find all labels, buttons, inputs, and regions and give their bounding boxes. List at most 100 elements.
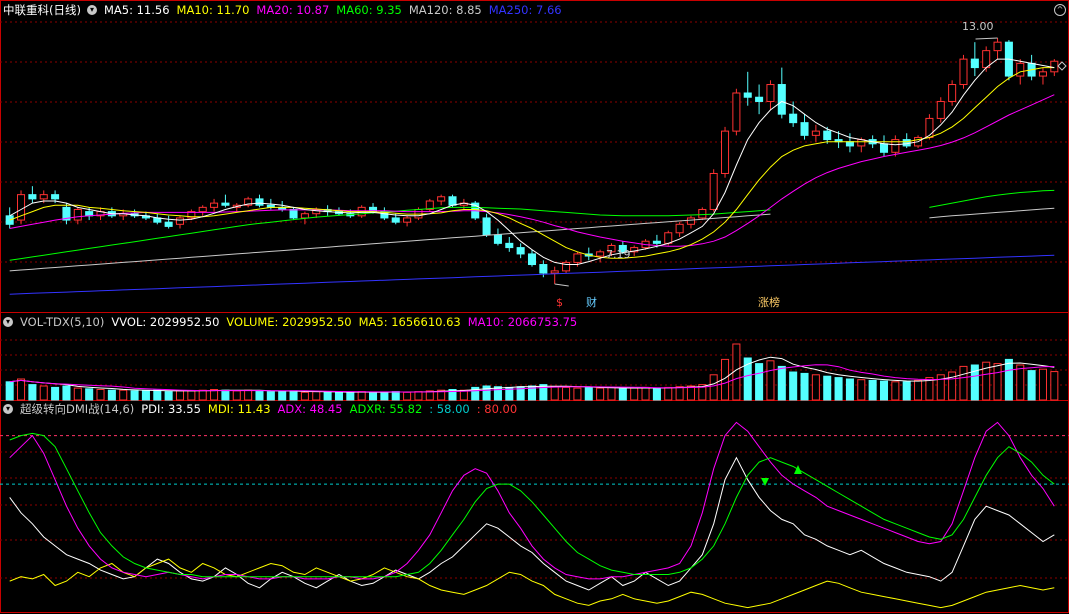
window-border bbox=[0, 0, 1069, 613]
circle-expand-icon[interactable]: ▾ bbox=[3, 404, 13, 414]
ma10-line bbox=[9, 67, 1055, 259]
volume-bar bbox=[39, 385, 48, 401]
candle-body bbox=[879, 143, 889, 153]
high-arrow-line bbox=[975, 37, 998, 40]
candle-body bbox=[289, 208, 298, 219]
candle-body bbox=[550, 270, 559, 274]
volume-bar bbox=[800, 372, 809, 401]
dmi-label: ADXR: 55.82 bbox=[349, 402, 423, 416]
candle-body bbox=[993, 41, 1002, 52]
volume-bar bbox=[868, 379, 877, 401]
volume-label: VOLUME: 2029952.50 bbox=[226, 315, 352, 329]
candle-body bbox=[175, 217, 185, 225]
candle-body bbox=[437, 196, 446, 202]
volume-bar bbox=[346, 391, 355, 401]
up-arrow-icon bbox=[794, 465, 802, 474]
volume-bar bbox=[232, 390, 241, 401]
volume-bar bbox=[630, 387, 639, 401]
volume-bar bbox=[562, 386, 571, 401]
ma-label: MA60: 9.35 bbox=[336, 3, 402, 17]
volume-bar bbox=[664, 386, 673, 401]
candle-body bbox=[845, 141, 854, 147]
volume-bar bbox=[902, 381, 911, 401]
ma60-line bbox=[929, 189, 1055, 208]
candle-body bbox=[936, 100, 945, 119]
chart-canvas: 13.00 7.19 $ 财 涨榜 bbox=[0, 0, 1069, 613]
candle-body bbox=[970, 58, 979, 69]
volume-bar bbox=[255, 390, 264, 401]
volume-bar bbox=[107, 389, 116, 401]
low-price-label: 7.19 bbox=[606, 248, 631, 261]
candle-body bbox=[28, 194, 37, 200]
circle-expand-icon[interactable]: ▾ bbox=[3, 317, 13, 327]
volume-bar bbox=[493, 386, 502, 401]
diamond-icon[interactable] bbox=[1057, 61, 1067, 71]
volume-bar bbox=[403, 391, 412, 401]
volume-bar bbox=[391, 391, 400, 401]
volume-bar bbox=[789, 371, 798, 401]
volume-bar bbox=[652, 387, 661, 401]
dmi-title: 超级转向DMI战(14,6) bbox=[20, 402, 135, 416]
candle-body bbox=[39, 194, 48, 200]
candle-body bbox=[527, 253, 537, 266]
candle-body bbox=[493, 234, 502, 244]
volume-bar bbox=[380, 391, 389, 401]
volume-bar bbox=[1050, 371, 1059, 401]
volume-bar bbox=[175, 390, 185, 401]
candle-body bbox=[823, 130, 832, 141]
candle-body bbox=[300, 213, 309, 219]
candle-body bbox=[403, 217, 412, 223]
volume-bar bbox=[641, 386, 650, 401]
candle-body bbox=[982, 50, 991, 69]
candle-body bbox=[811, 130, 820, 136]
volume-bar bbox=[709, 374, 718, 401]
volume-bar bbox=[17, 378, 26, 401]
volume-bar bbox=[164, 391, 173, 401]
candle-body bbox=[255, 198, 264, 206]
volume-bar bbox=[607, 386, 616, 401]
ma120-line bbox=[929, 207, 1055, 219]
volume-bar bbox=[62, 385, 71, 401]
corner-expand-icon[interactable]: ^ bbox=[1054, 4, 1066, 16]
candle-body bbox=[596, 251, 605, 257]
volume-bar bbox=[28, 384, 37, 401]
stock-name: 中联重科(日线) bbox=[3, 3, 81, 17]
volume-label: VVOL: 2029952.50 bbox=[111, 315, 220, 329]
candle-body bbox=[516, 247, 525, 255]
volume-bar bbox=[221, 389, 230, 401]
volume-bar bbox=[539, 384, 548, 401]
volume-bar bbox=[312, 391, 321, 401]
event-label[interactable]: 财 bbox=[586, 295, 597, 309]
volume-bar bbox=[914, 379, 923, 401]
volume-bar bbox=[357, 391, 366, 401]
candle-body bbox=[686, 217, 695, 225]
volume-bar bbox=[584, 386, 593, 401]
volume-title: VOL-TDX(5,10) bbox=[20, 315, 105, 329]
candle-body bbox=[448, 196, 457, 206]
volume-bar bbox=[1038, 368, 1047, 401]
volume-bar bbox=[596, 387, 605, 401]
event-label[interactable]: $ bbox=[556, 296, 563, 309]
volume-bar bbox=[777, 365, 786, 401]
ma-label: MA5: 11.56 bbox=[103, 3, 170, 17]
volume-legend: ▾ VOL-TDX(5,10) VVOL: 2029952.50 VOLUME:… bbox=[0, 314, 584, 330]
low-arrow-line bbox=[554, 283, 569, 287]
volume-bar bbox=[879, 380, 889, 401]
volume-bar bbox=[244, 389, 253, 401]
candle-body bbox=[698, 208, 707, 219]
candle-body bbox=[73, 208, 82, 221]
circle-expand-icon[interactable]: ▾ bbox=[86, 5, 97, 15]
volume-bar bbox=[618, 388, 627, 401]
candle-body bbox=[652, 240, 661, 244]
candle-body bbox=[1038, 71, 1047, 77]
event-label[interactable]: 涨榜 bbox=[758, 295, 780, 309]
candle-body bbox=[948, 84, 957, 102]
price-legend: 中联重科(日线) ▾ MA5: 11.56 MA10: 11.70 MA20: … bbox=[0, 2, 569, 18]
volume-bar bbox=[130, 390, 139, 401]
candle-body bbox=[164, 221, 173, 227]
volume-bar bbox=[857, 379, 866, 401]
dmi-panel bbox=[0, 421, 1069, 609]
candle-body bbox=[539, 264, 548, 274]
candle-body bbox=[959, 58, 968, 86]
candle-body bbox=[221, 202, 230, 206]
